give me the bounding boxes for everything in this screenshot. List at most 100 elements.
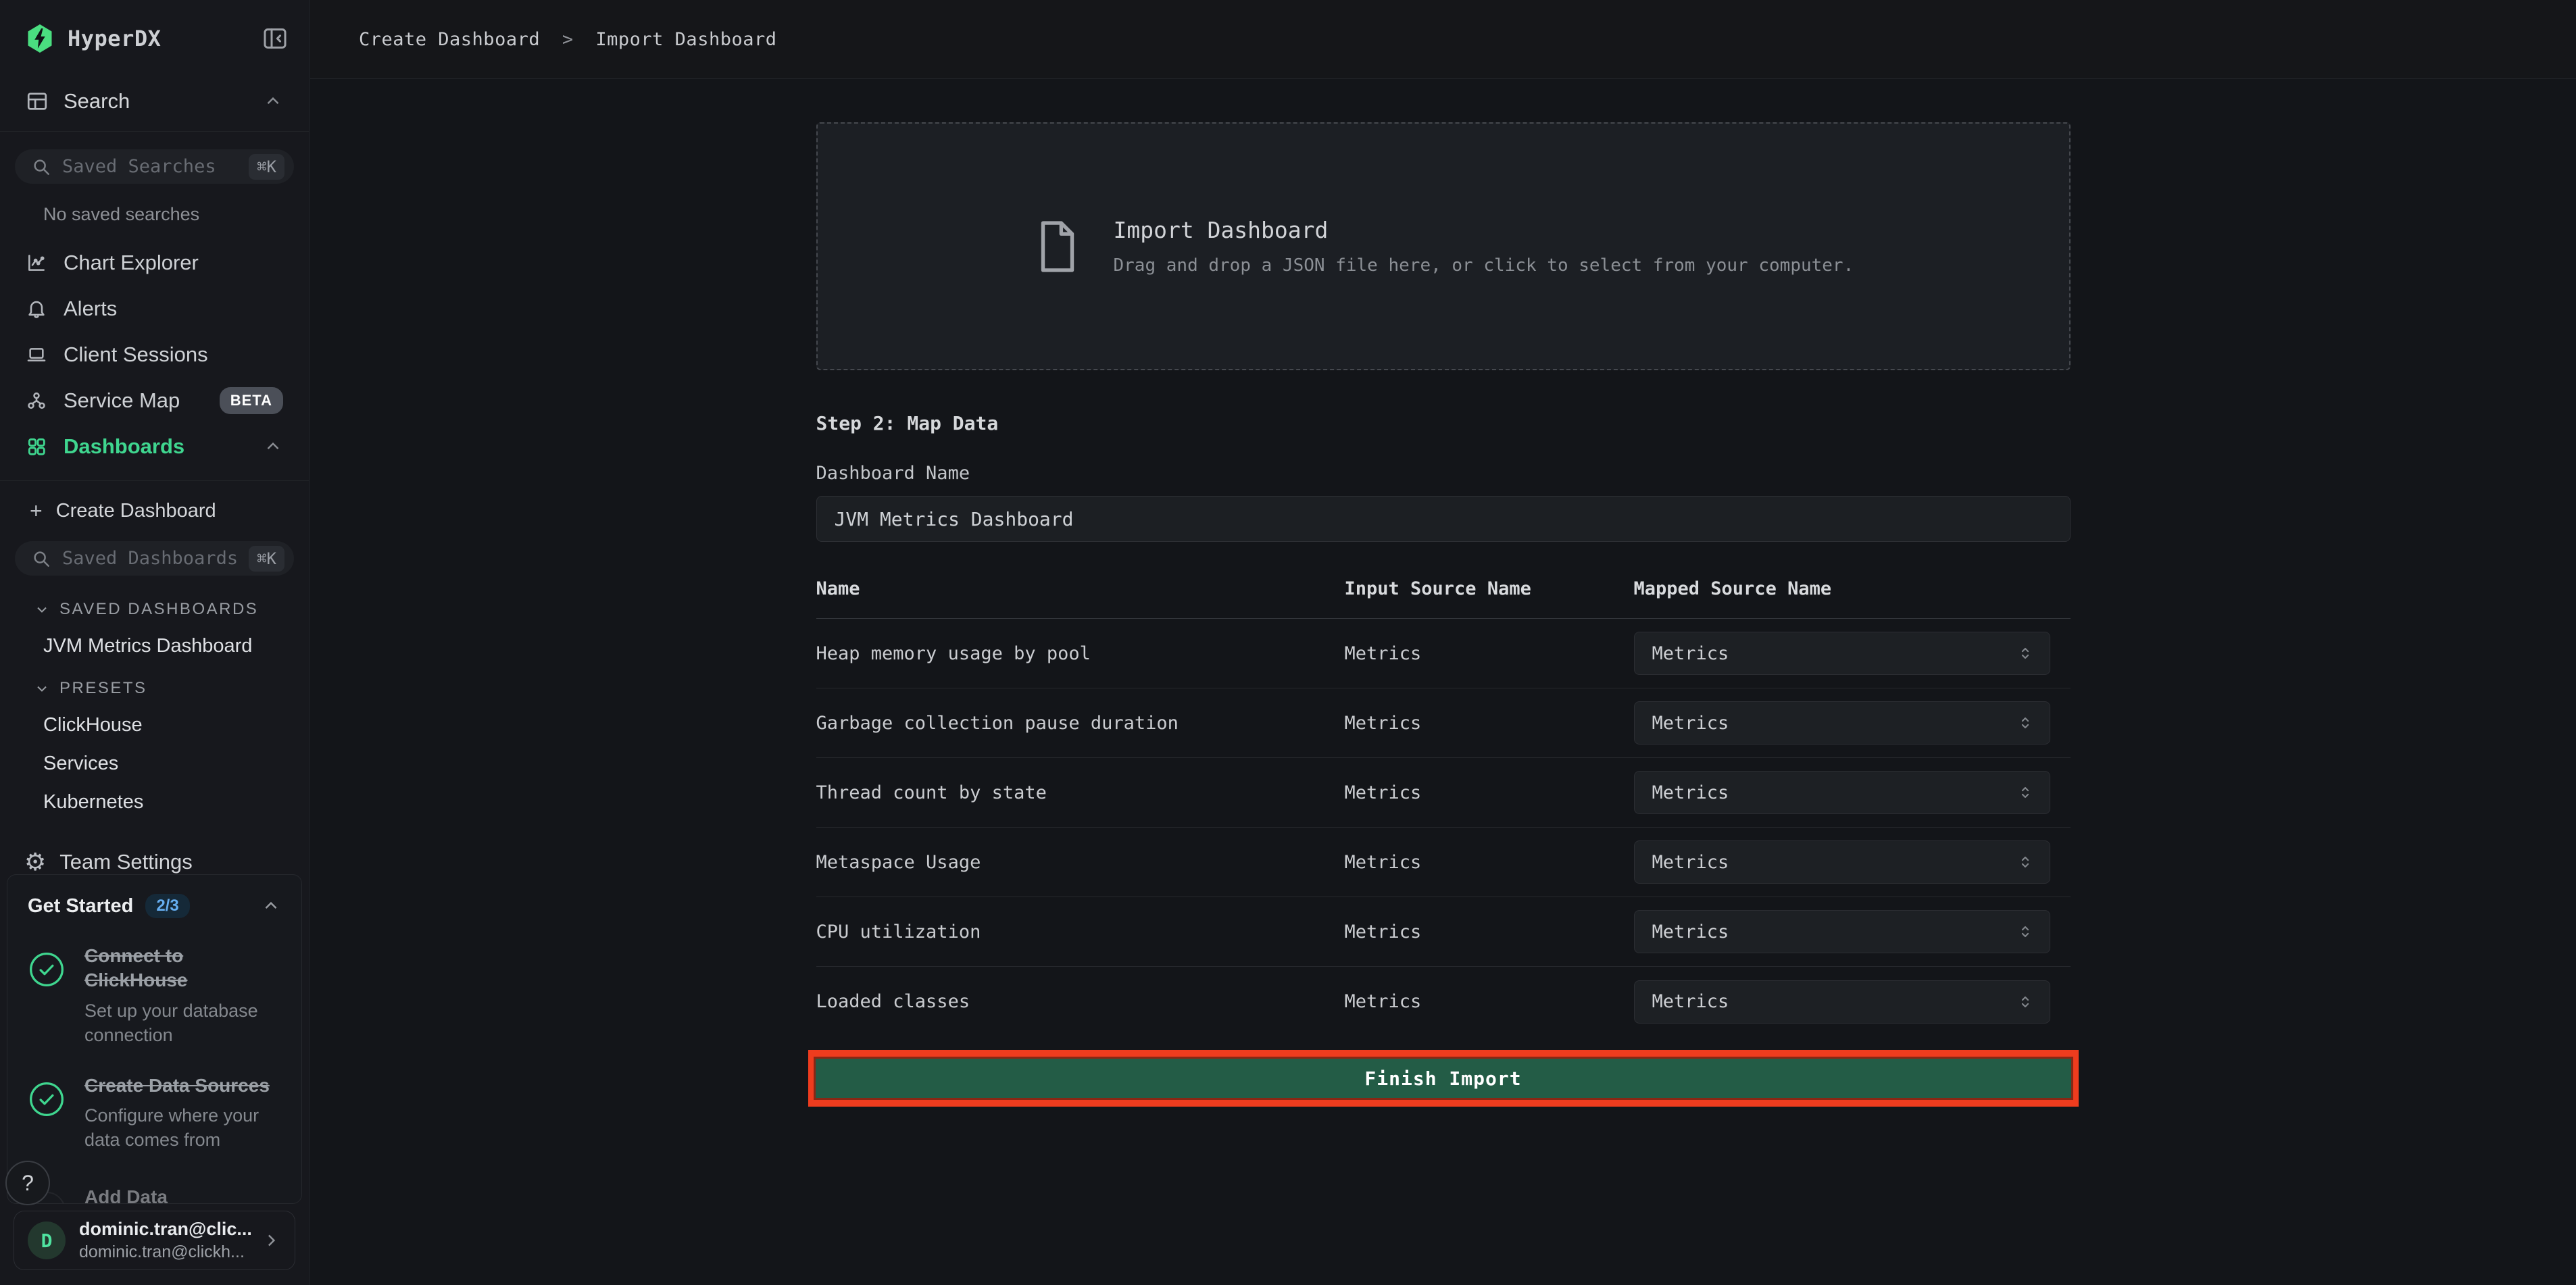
sidebar-item-services[interactable]: Services bbox=[43, 753, 309, 775]
mapped-source-select[interactable]: Metrics bbox=[1634, 840, 2050, 884]
shortcut-badge: ⌘K bbox=[249, 546, 284, 572]
get-started-card: Get Started 2/3 Connect to ClickHouse Se… bbox=[7, 874, 302, 1204]
team-settings-label: Team Settings bbox=[59, 850, 192, 874]
main-content: Import Dashboard Drag and drop a JSON fi… bbox=[310, 80, 2576, 1285]
get-started-item-title: Add Data bbox=[84, 1185, 281, 1204]
saved-dashboards-group[interactable]: SAVED DASHBOARDS bbox=[34, 600, 309, 619]
presets-group[interactable]: PRESETS bbox=[34, 679, 309, 698]
progress-badge: 2/3 bbox=[145, 894, 189, 918]
saved-searches-input[interactable] bbox=[62, 156, 249, 177]
sidebar-item-dashboards[interactable]: Dashboards bbox=[0, 424, 309, 470]
mapped-source-select[interactable]: Metrics bbox=[1634, 632, 2050, 675]
user-menu[interactable]: D dominic.tran@clic... dominic.tran@clic… bbox=[14, 1211, 295, 1270]
dashboard-name-input[interactable] bbox=[816, 496, 2071, 542]
collapse-sidebar-icon[interactable] bbox=[262, 25, 289, 52]
table-row: Garbage collection pause duration Metric… bbox=[816, 688, 2071, 758]
dropzone-title: Import Dashboard bbox=[1114, 217, 1854, 243]
bell-icon bbox=[26, 298, 49, 320]
service-map-icon bbox=[26, 390, 49, 411]
get-started-item-add-data[interactable]: Add Data Start sending logs, metrics, or… bbox=[28, 1185, 281, 1204]
nav-label: Client Sessions bbox=[64, 343, 208, 367]
sidebar-item-chart-explorer[interactable]: Chart Explorer bbox=[0, 240, 309, 286]
row-name: Heap memory usage by pool bbox=[816, 643, 1345, 664]
select-value: Metrics bbox=[1652, 991, 1729, 1012]
row-input-source: Metrics bbox=[1345, 922, 1634, 942]
import-dropzone[interactable]: Import Dashboard Drag and drop a JSON fi… bbox=[816, 122, 2071, 370]
app-title: HyperDX bbox=[68, 26, 161, 51]
sidebar-item-service-map[interactable]: Service Map BETA bbox=[0, 378, 309, 424]
row-name: Metaspace Usage bbox=[816, 852, 1345, 873]
user-email: dominic.tran@clickh... bbox=[79, 1242, 252, 1262]
chevron-up-icon bbox=[263, 436, 283, 457]
mapped-source-select[interactable]: Metrics bbox=[1634, 701, 2050, 745]
sidebar-item-client-sessions[interactable]: Client Sessions bbox=[0, 332, 309, 378]
sidebar-item-alerts[interactable]: Alerts bbox=[0, 286, 309, 332]
gear-icon: ⚙ bbox=[24, 850, 46, 874]
select-value: Metrics bbox=[1652, 852, 1729, 873]
select-value: Metrics bbox=[1652, 713, 1729, 734]
beta-badge: BETA bbox=[220, 387, 283, 414]
nav-label: Alerts bbox=[64, 297, 117, 321]
up-down-caret-icon bbox=[2016, 922, 2035, 941]
dropzone-subtitle: Drag and drop a JSON file here, or click… bbox=[1114, 255, 1854, 276]
sidebar-item-clickhouse[interactable]: ClickHouse bbox=[43, 714, 309, 736]
sidebar-item-kubernetes[interactable]: Kubernetes bbox=[43, 791, 309, 813]
hyperdx-logo-icon bbox=[26, 23, 54, 54]
row-input-source: Metrics bbox=[1345, 782, 1634, 803]
check-circle-icon bbox=[28, 1080, 67, 1153]
mapped-source-select[interactable]: Metrics bbox=[1634, 980, 2050, 1024]
select-value: Metrics bbox=[1652, 782, 1729, 803]
table-row: Metaspace Usage Metrics Metrics bbox=[816, 828, 2071, 897]
select-value: Metrics bbox=[1652, 922, 1729, 942]
get-started-item-title: Create Data Sources bbox=[84, 1074, 281, 1098]
get-started-header[interactable]: Get Started 2/3 bbox=[28, 894, 281, 918]
get-started-item-connect[interactable]: Connect to ClickHouse Set up your databa… bbox=[28, 944, 281, 1048]
get-started-item-subtitle: Configure where your data comes from bbox=[84, 1103, 281, 1153]
up-down-caret-icon bbox=[2016, 853, 2035, 872]
saved-dashboards-input[interactable] bbox=[62, 548, 249, 569]
get-started-title: Get Started bbox=[28, 895, 133, 917]
row-input-source: Metrics bbox=[1345, 643, 1634, 664]
user-name: dominic.tran@clic... bbox=[79, 1219, 252, 1240]
chevron-up-icon bbox=[263, 91, 283, 111]
sidebar-item-jvm-metrics-dashboard[interactable]: JVM Metrics Dashboard bbox=[43, 635, 309, 657]
sidebar-section-search[interactable]: Search bbox=[0, 89, 309, 114]
select-value: Metrics bbox=[1652, 643, 1729, 664]
step-label: Step 2: Map Data bbox=[816, 412, 2071, 434]
sidebar-item-team-settings[interactable]: ⚙ Team Settings bbox=[0, 850, 309, 874]
plus-icon: + bbox=[30, 499, 43, 524]
breadcrumb-create-dashboard[interactable]: Create Dashboard bbox=[359, 29, 540, 50]
row-name: Thread count by state bbox=[816, 782, 1345, 803]
shortcut-badge: ⌘K bbox=[249, 154, 284, 180]
search-icon bbox=[31, 157, 51, 177]
column-header-name: Name bbox=[816, 578, 1345, 599]
saved-searches-search[interactable]: ⌘K bbox=[15, 149, 294, 184]
sidebar-nav: Chart Explorer Alerts Client Sessions bbox=[0, 240, 309, 470]
row-name: CPU utilization bbox=[816, 922, 1345, 942]
mapped-source-select[interactable]: Metrics bbox=[1634, 910, 2050, 953]
search-icon bbox=[31, 549, 51, 569]
row-input-source: Metrics bbox=[1345, 852, 1634, 873]
nav-label: Dashboards bbox=[64, 434, 184, 459]
chevron-down-icon bbox=[34, 601, 50, 618]
get-started-item-sources[interactable]: Create Data Sources Configure where your… bbox=[28, 1074, 281, 1153]
finish-import-button[interactable]: Finish Import bbox=[816, 1059, 2071, 1098]
dashboard-name-label: Dashboard Name bbox=[816, 463, 2071, 484]
search-section-label: Search bbox=[64, 89, 130, 114]
check-circle-icon bbox=[28, 951, 67, 1048]
saved-dashboards-search[interactable]: ⌘K bbox=[15, 541, 294, 576]
chevron-right-icon bbox=[261, 1230, 281, 1251]
mapped-source-select[interactable]: Metrics bbox=[1634, 771, 2050, 814]
group-label-text: PRESETS bbox=[59, 679, 147, 698]
dashboards-grid-icon bbox=[26, 436, 49, 457]
row-input-source: Metrics bbox=[1345, 713, 1634, 734]
sidebar-bottom: Get Started 2/3 Connect to ClickHouse Se… bbox=[0, 874, 309, 1285]
chevron-down-icon bbox=[34, 680, 50, 697]
row-name: Garbage collection pause duration bbox=[816, 713, 1345, 734]
create-dashboard-button[interactable]: + Create Dashboard bbox=[0, 499, 309, 524]
help-button[interactable]: ? bbox=[5, 1161, 50, 1205]
no-saved-searches-note: No saved searches bbox=[43, 204, 309, 225]
mapping-table: Name Input Source Name Mapped Source Nam… bbox=[816, 578, 2071, 1036]
laptop-icon bbox=[26, 344, 49, 366]
table-row: Thread count by state Metrics Metrics bbox=[816, 758, 2071, 828]
